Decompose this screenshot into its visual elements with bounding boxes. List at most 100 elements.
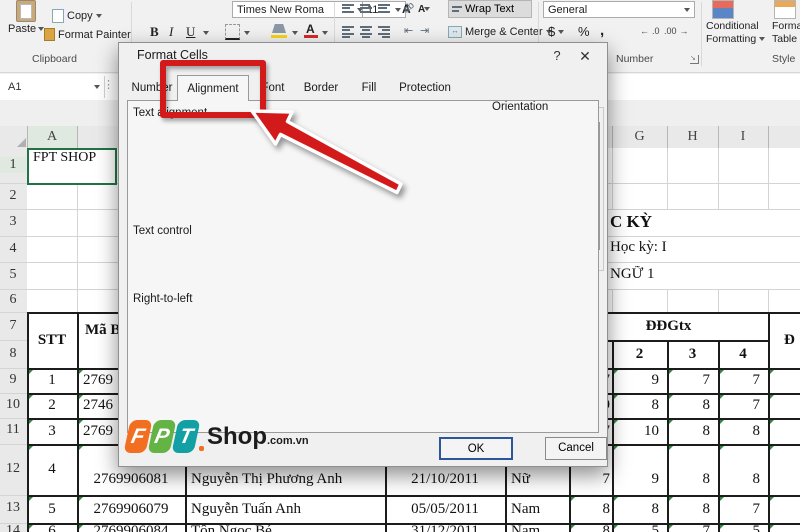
row-header-10[interactable]: 10 — [0, 397, 26, 413]
cell-e13[interactable]: Nam — [505, 495, 575, 523]
table-subheader-3[interactable]: 3 — [667, 340, 718, 368]
row-header-11[interactable]: 11 — [0, 422, 26, 438]
paste-button[interactable]: Paste — [8, 0, 45, 35]
column-header-a[interactable]: A — [27, 126, 77, 148]
gridline — [768, 289, 769, 312]
align-left-icon[interactable] — [342, 24, 354, 40]
close-icon[interactable]: ✕ — [577, 48, 593, 64]
column-header-i[interactable]: I — [718, 126, 768, 148]
number-dialog-launcher-icon[interactable]: ↘ — [690, 55, 699, 64]
sheet-title-row3[interactable]: C KỲ — [610, 212, 800, 234]
cell-i13[interactable]: 7 — [718, 495, 768, 523]
row-header-1[interactable]: 1 — [0, 157, 26, 173]
cell-d13[interactable]: 05/05/2011 — [385, 495, 505, 523]
table-subheader-4[interactable]: 4 — [718, 340, 768, 368]
borders-button[interactable] — [225, 24, 240, 40]
align-middle-icon[interactable] — [360, 2, 372, 14]
cell-j12[interactable] — [768, 444, 800, 495]
cell-a11[interactable]: 3 — [27, 418, 77, 444]
format-painter-button[interactable]: Format Painter — [44, 28, 131, 41]
logo-shop-text: Shop — [207, 422, 267, 450]
cell-j11[interactable] — [768, 418, 800, 444]
row-header-6[interactable]: 6 — [0, 292, 26, 308]
cell-g11[interactable]: 10 — [612, 418, 667, 444]
conditional-formatting-button[interactable]: Formatting — [706, 33, 766, 45]
help-button[interactable]: ? — [549, 48, 565, 64]
align-top-icon[interactable] — [342, 2, 354, 14]
sheet-title-row4[interactable]: Học kỳ: I — [610, 239, 800, 260]
merge-center-button[interactable]: ↔ Merge & Center — [448, 26, 552, 38]
cell-a12[interactable]: 4 — [27, 444, 77, 495]
cell-i9[interactable]: 7 — [718, 368, 768, 393]
tab-protection[interactable]: Protection — [393, 77, 457, 100]
cell-g9[interactable]: 9 — [612, 368, 667, 393]
cell-h9[interactable]: 7 — [667, 368, 718, 393]
cell-a10[interactable]: 2 — [27, 393, 77, 418]
cell-j13[interactable] — [768, 495, 800, 523]
comma-style-button[interactable]: , — [600, 22, 604, 39]
column-header-g[interactable]: G — [612, 126, 667, 148]
cell-h12[interactable]: 8 — [667, 444, 718, 495]
cell-c13[interactable]: Nguyễn Tuấn Anh — [185, 495, 391, 523]
cell-j9[interactable] — [768, 368, 800, 393]
conditional-formatting-icon[interactable] — [712, 0, 734, 19]
cell-b13[interactable]: 2769906079 — [77, 495, 185, 523]
fill-color-icon[interactable] — [272, 24, 286, 33]
table-header-stt[interactable]: STT — [27, 312, 77, 368]
cell-h11[interactable]: 8 — [667, 418, 718, 444]
number-format-select[interactable]: General — [543, 1, 695, 18]
cell-a13[interactable]: 5 — [27, 495, 77, 523]
cell-g10[interactable]: 8 — [612, 393, 667, 418]
underline-button[interactable]: U — [186, 24, 195, 40]
font-color-button[interactable]: A — [306, 22, 315, 36]
row-header-3[interactable]: 3 — [0, 214, 26, 230]
cell-h10[interactable]: 8 — [667, 393, 718, 418]
currency-button[interactable]: $ — [548, 24, 565, 39]
tab-fill[interactable]: Fill — [347, 77, 391, 100]
tab-border[interactable]: Border — [297, 77, 345, 100]
italic-button[interactable]: I — [169, 24, 173, 40]
percent-button[interactable]: % — [578, 24, 590, 39]
cancel-button[interactable]: Cancel — [545, 437, 607, 460]
cell-h13[interactable]: 8 — [667, 495, 718, 523]
row-header-2[interactable]: 2 — [0, 188, 26, 204]
sheet-title-row5[interactable]: NGỮ 1 — [610, 266, 800, 287]
format-as-table-label1: Format as — [772, 20, 800, 32]
align-center-icon[interactable] — [360, 24, 372, 40]
row-header-13[interactable]: 13 — [0, 500, 26, 516]
ok-button[interactable]: OK — [439, 437, 513, 460]
copy-button[interactable]: Copy — [52, 9, 102, 23]
row-header-9[interactable]: 9 — [0, 372, 26, 388]
row-header-7[interactable]: 7 — [0, 318, 26, 334]
cell-g13[interactable]: 8 — [612, 495, 667, 523]
row-header-12[interactable]: 12 — [0, 461, 26, 477]
align-right-icon[interactable] — [378, 24, 390, 40]
cell-i12[interactable]: 8 — [718, 444, 768, 495]
decrease-decimal-button[interactable]: .00 → — [664, 26, 689, 36]
row-header-5[interactable]: 5 — [0, 267, 26, 283]
fptshop-logo: F P T Shop .com.vn — [123, 420, 309, 453]
cell-j10[interactable] — [768, 393, 800, 418]
decrease-indent-icon[interactable]: ⇤ — [404, 24, 413, 37]
select-all-icon[interactable] — [17, 138, 26, 147]
cell-f13[interactable]: 8 — [569, 495, 612, 523]
bold-button[interactable]: B — [150, 24, 159, 40]
wrap-text-button[interactable]: Wrap Text — [448, 0, 532, 18]
table-header-next-group[interactable]: Đ — [784, 312, 800, 368]
cell-i11[interactable]: 8 — [718, 418, 768, 444]
conditional-formatting-label1: Conditional — [706, 20, 759, 32]
column-header-h[interactable]: H — [667, 126, 718, 148]
cell-g12[interactable]: 9 — [612, 444, 667, 495]
cell-a9[interactable]: 1 — [27, 368, 77, 393]
table-subheader-2[interactable]: 2 — [612, 340, 667, 368]
row-header-8[interactable]: 8 — [0, 346, 26, 362]
selection-border — [27, 148, 117, 185]
increase-decimal-button[interactable]: ← .0 — [640, 26, 660, 36]
name-box[interactable]: A1 — [2, 76, 105, 98]
cell-i10[interactable]: 7 — [718, 393, 768, 418]
align-bottom-icon[interactable] — [378, 2, 390, 14]
increase-indent-icon[interactable]: ⇥ — [420, 24, 429, 37]
row-header-14[interactable]: 14 — [0, 523, 26, 532]
row-header-4[interactable]: 4 — [0, 241, 26, 257]
format-as-table-icon[interactable] — [774, 0, 796, 19]
